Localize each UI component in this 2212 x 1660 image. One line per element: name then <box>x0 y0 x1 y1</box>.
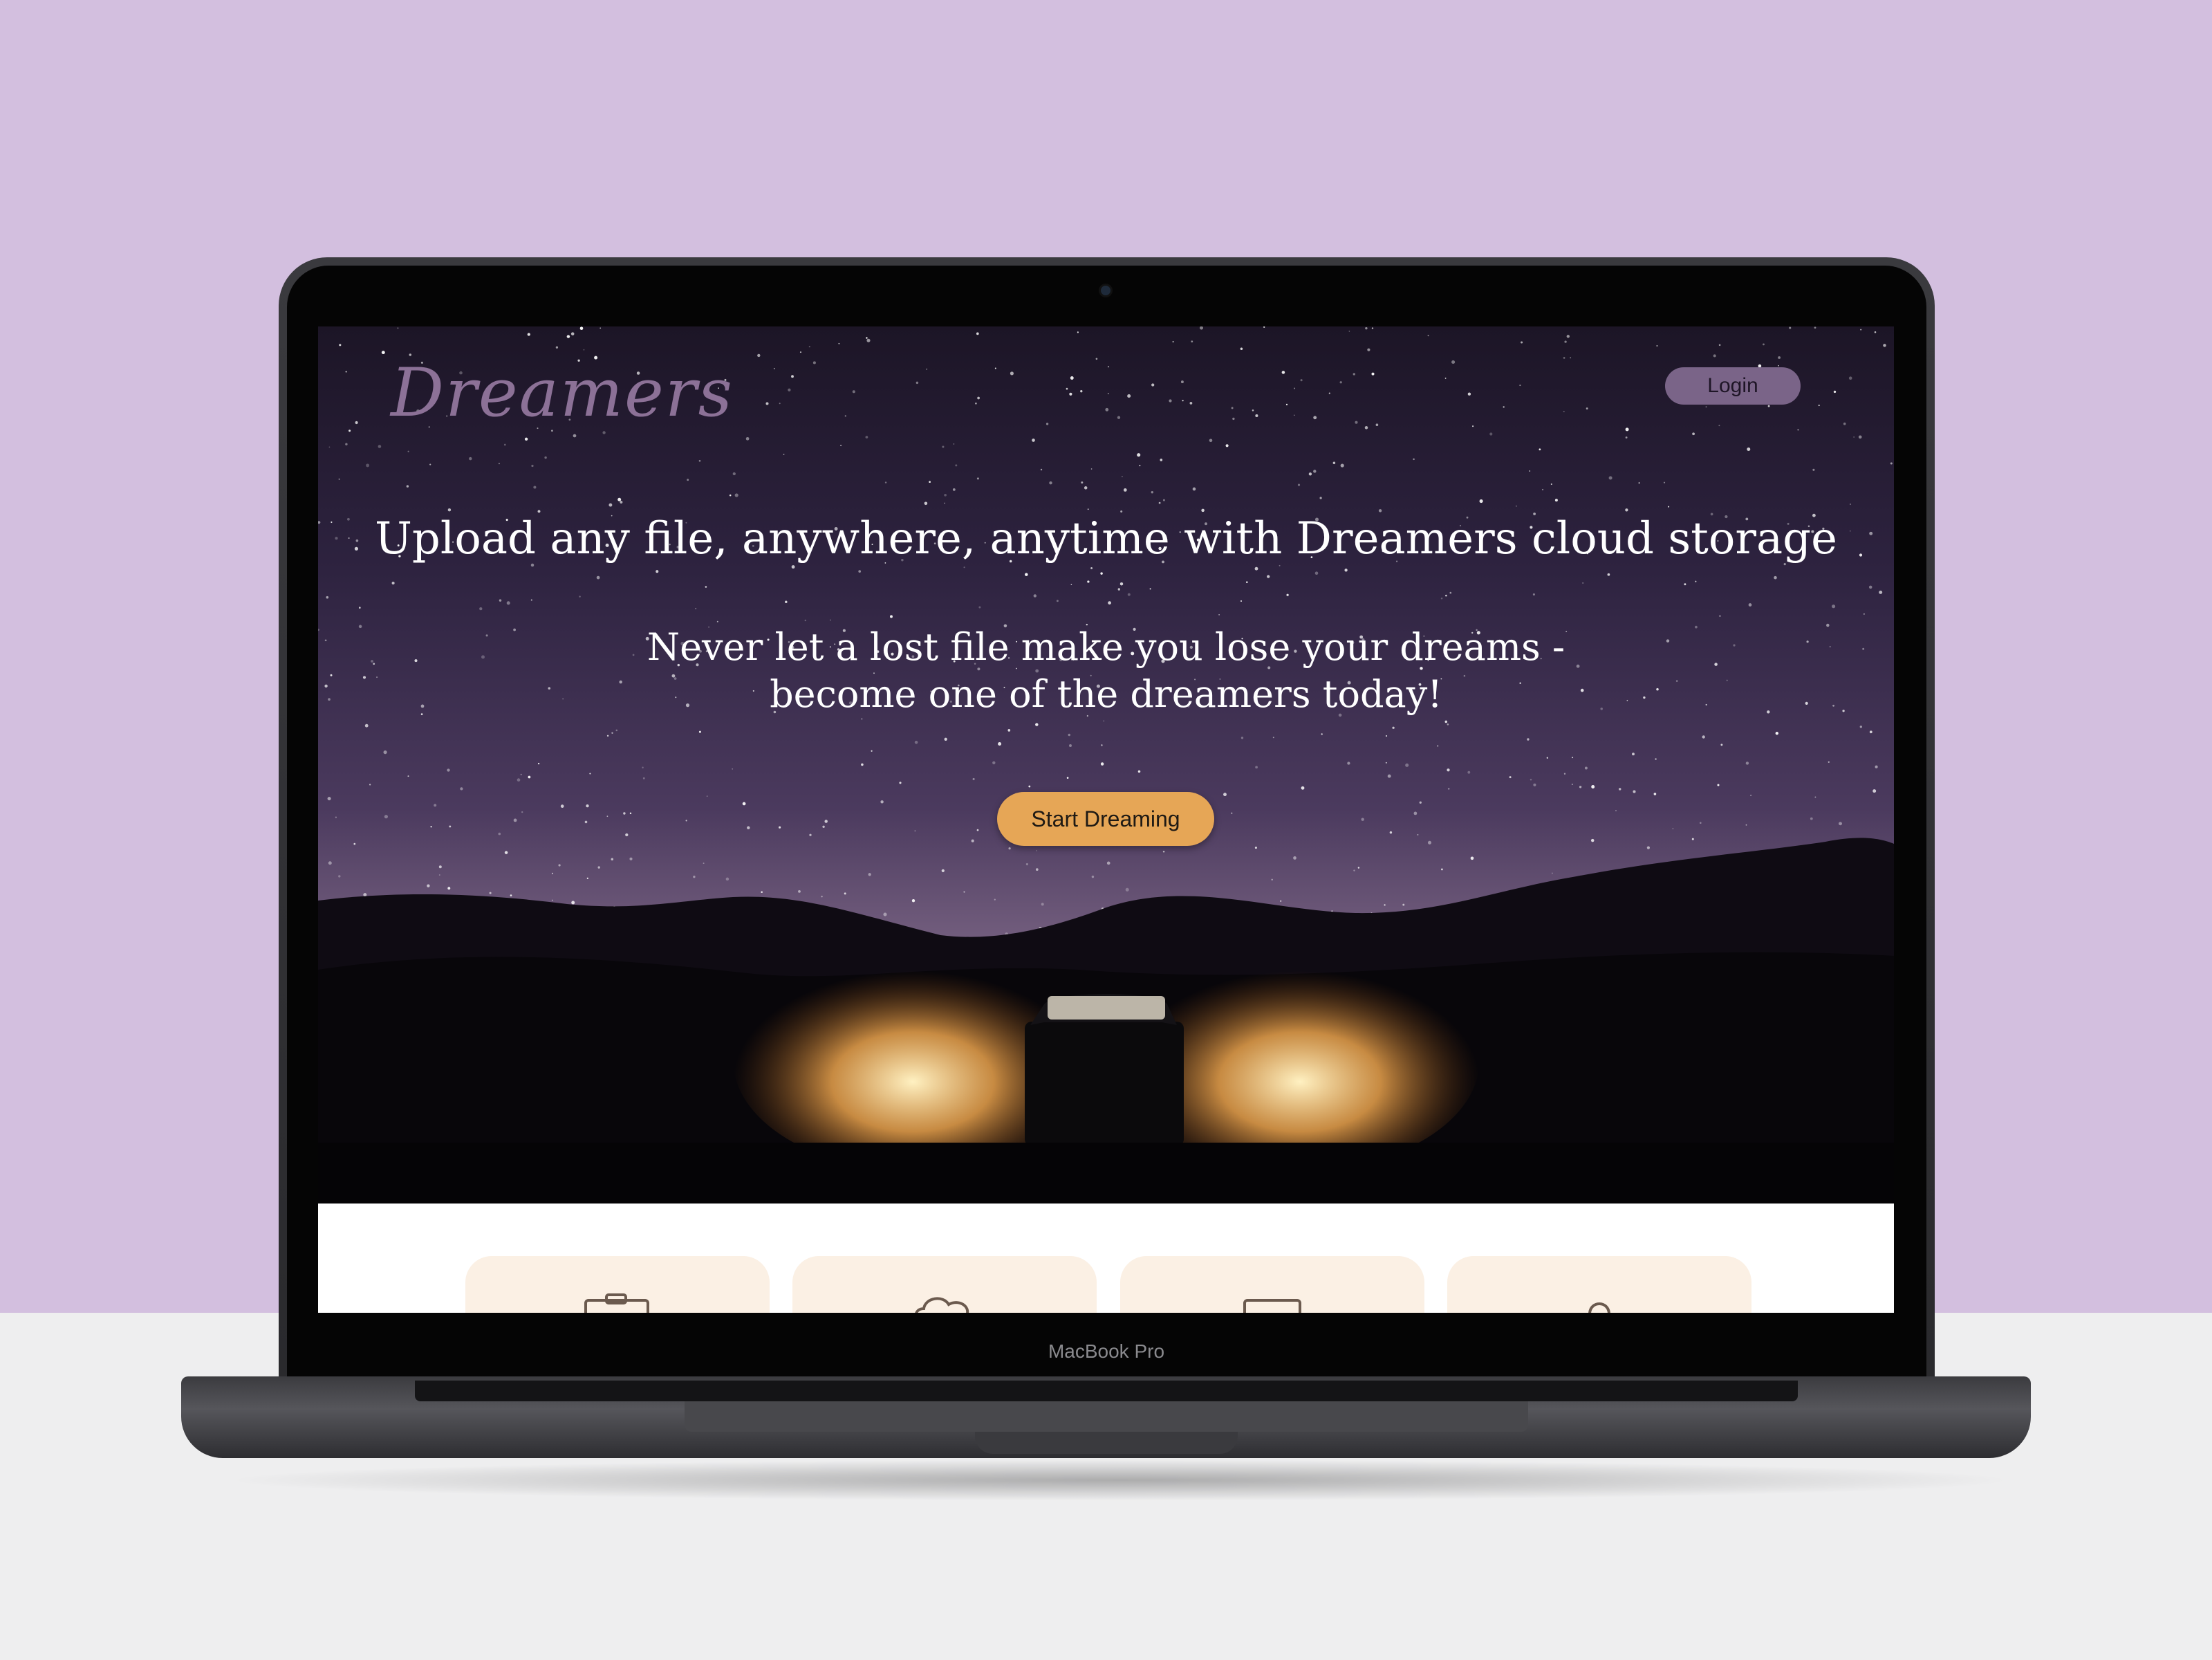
trackpad-edge <box>685 1401 1528 1432</box>
laptop-screen: Dreamers Login Upload any file, anywhere… <box>318 326 1894 1313</box>
van-body <box>1025 1022 1184 1146</box>
feature-card[interactable] <box>465 1256 770 1313</box>
features-section <box>318 1204 1894 1313</box>
login-button[interactable]: Login <box>1665 367 1801 405</box>
feature-card[interactable] <box>792 1256 1097 1313</box>
hero-subheadline-line-1: Never let a lost file make you lose your… <box>647 625 1565 669</box>
feature-card[interactable] <box>1447 1256 1751 1313</box>
hero-headline: Upload any file, anywhere, anytime with … <box>374 513 1838 564</box>
hero-section: Dreamers Login Upload any file, anywhere… <box>318 326 1894 1204</box>
van-window <box>1048 996 1165 1020</box>
hills-silhouette <box>318 838 1894 1204</box>
laptop-shadow <box>221 1459 2019 1501</box>
lock-icon <box>1588 1302 1610 1313</box>
keyboard-edge <box>415 1381 1798 1401</box>
hero-subheadline: Never let a lost file make you lose your… <box>318 624 1894 718</box>
cloud-icon <box>915 1297 969 1313</box>
hero-subheadline-line-2: become one of the dreamers today! <box>770 672 1442 716</box>
site-logo[interactable]: Dreamers <box>391 354 734 432</box>
lid-opening-notch <box>975 1432 1238 1454</box>
feature-card[interactable] <box>1120 1256 1424 1313</box>
start-dreaming-button[interactable]: Start Dreaming <box>997 792 1214 846</box>
laptop-icon <box>1243 1299 1301 1313</box>
model-label: MacBook Pro <box>1048 1340 1165 1362</box>
briefcase-icon <box>584 1293 649 1313</box>
webcam <box>1101 286 1110 295</box>
